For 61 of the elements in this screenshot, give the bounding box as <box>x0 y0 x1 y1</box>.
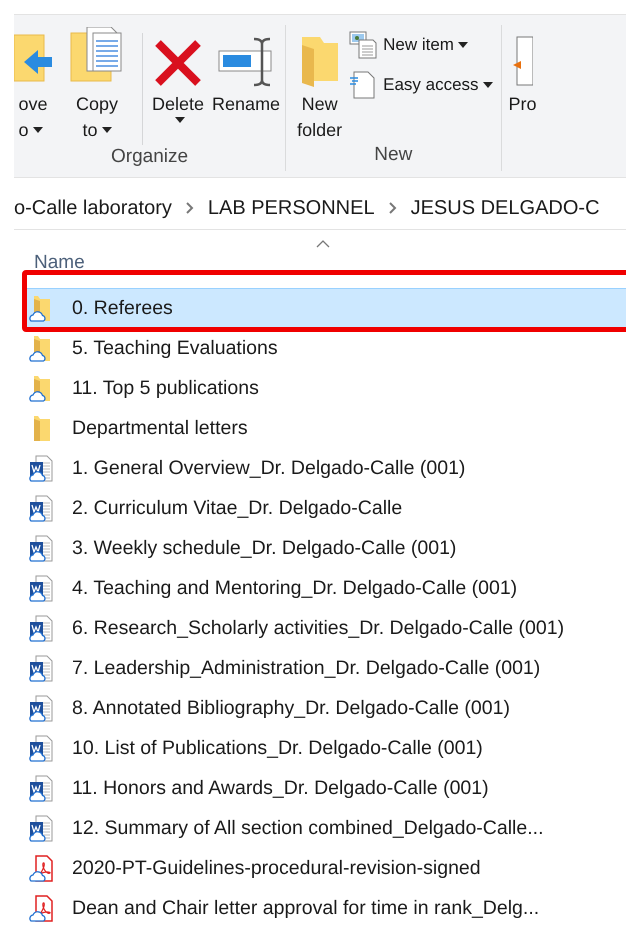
cloud-document-icon <box>28 774 54 804</box>
ribbon-button[interactable]: Easy access <box>349 71 493 99</box>
cloud-pdf-icon <box>28 854 54 884</box>
file-row[interactable]: 4. Teaching and Mentoring_Dr. Delgado-Calle (001) <box>22 568 626 608</box>
file-name: 8. Annotated Bibliography_Dr. Delgado-Calle (001) <box>72 697 510 720</box>
file-row[interactable]: 2. Curriculum Vitae_Dr. Delgado-Calle <box>22 488 626 528</box>
file-name: 11. Top 5 publications <box>72 377 259 400</box>
breadcrumb-item[interactable]: o-Calle laboratory <box>14 196 172 220</box>
ribbon-button[interactable]: Pro <box>506 25 540 117</box>
breadcrumb-item[interactable]: LAB PERSONNEL <box>208 196 375 220</box>
cloud-document-icon <box>28 454 54 484</box>
file-row[interactable]: Departmental letters <box>22 408 626 448</box>
cloud-document-icon <box>28 814 54 844</box>
file-row[interactable]: 1. General Overview_Dr. Delgado-Calle (001) <box>22 448 626 488</box>
cloud-document-icon <box>28 734 54 764</box>
file-name: 10. List of Publications_Dr. Delgado-Calle (001) <box>72 737 483 760</box>
file-name: 3. Weekly schedule_Dr. Delgado-Calle (001) <box>72 537 456 560</box>
file-row[interactable]: 10. List of Publications_Dr. Delgado-Calle (001) <box>22 728 626 768</box>
file-name: Dean and Chair letter approval for time in rank_Delg... <box>72 897 540 920</box>
chevron-icon <box>186 202 194 214</box>
file-name: 5. Teaching Evaluations <box>72 337 278 360</box>
file-name: 12. Summary of All section combined_Delgado-Calle... <box>72 817 544 840</box>
group-label: New <box>373 143 414 167</box>
cloud-document-icon <box>28 534 54 564</box>
file-row[interactable]: 5. Teaching Evaluations <box>22 328 626 368</box>
document-icon <box>349 71 378 99</box>
file-name: 7. Leadership_Administration_Dr. Delgado-Calle (001) <box>72 657 540 680</box>
ribbon-button[interactable]: New item <box>349 31 493 59</box>
cloud-pdf-icon <box>28 894 54 924</box>
file-row[interactable]: 11. Top 5 publications <box>22 368 626 408</box>
file-name: 11. Honors and Awards_Dr. Delgado-Calle (001) <box>72 777 489 800</box>
ribbon-button[interactable]: Copy to <box>66 25 128 143</box>
file-name: 1. General Overview_Dr. Delgado-Calle (001) <box>72 457 466 480</box>
file-row[interactable]: 2020-PT-Guidelines-procedural-revision-signed <box>22 848 626 888</box>
file-row[interactable]: 7. Leadership_Administration_Dr. Delgado-Calle (001) <box>22 648 626 688</box>
file-row[interactable]: 3. Weekly schedule_Dr. Delgado-Calle (001) <box>22 528 626 568</box>
chevron-icon <box>388 202 397 214</box>
ribbon-button[interactable]: New folder <box>294 25 346 143</box>
group-label: Organize <box>110 145 190 169</box>
column-header[interactable]: Name <box>34 252 85 274</box>
file-name: 4. Teaching and Mentoring_Dr. Delgado-Calle (001) <box>72 577 518 600</box>
file-row[interactable]: 8. Annotated Bibliography_Dr. Delgado-Calle (001) <box>22 688 626 728</box>
file-row[interactable]: Dean and Chair letter approval for time in rank_Delg... <box>22 888 626 928</box>
file-row[interactable]: 11. Honors and Awards_Dr. Delgado-Calle (001) <box>22 768 626 808</box>
new-item-icon <box>349 31 378 59</box>
ribbon-button[interactable]: Rename <box>209 25 284 117</box>
cloud-document-icon <box>28 574 54 604</box>
file-row[interactable]: 6. Research_Scholarly activities_Dr. Delgado-Calle (001) <box>22 608 626 648</box>
file-row[interactable]: 12. Summary of All section combined_Delgado-Calle... <box>22 808 626 848</box>
cloud-document-icon <box>28 654 54 684</box>
ribbon-button[interactable]: Delete <box>149 25 208 123</box>
file-name: 6. Research_Scholarly activities_Dr. Delgado-Calle (001) <box>72 617 564 640</box>
cloud-document-icon <box>28 694 54 724</box>
cloud-document-icon <box>28 494 54 524</box>
file-name: 0. Referees <box>72 297 173 320</box>
cloud-document-icon <box>28 614 54 644</box>
breadcrumb-item[interactable]: JESUS DELGADO-C <box>410 196 600 220</box>
ribbon-button[interactable]: ove o <box>14 25 52 143</box>
file-name: 2. Curriculum Vitae_Dr. Delgado-Calle <box>72 497 402 520</box>
file-name: 2020-PT-Guidelines-procedural-revision-signed <box>72 857 481 880</box>
file-name: Departmental letters <box>72 417 248 440</box>
